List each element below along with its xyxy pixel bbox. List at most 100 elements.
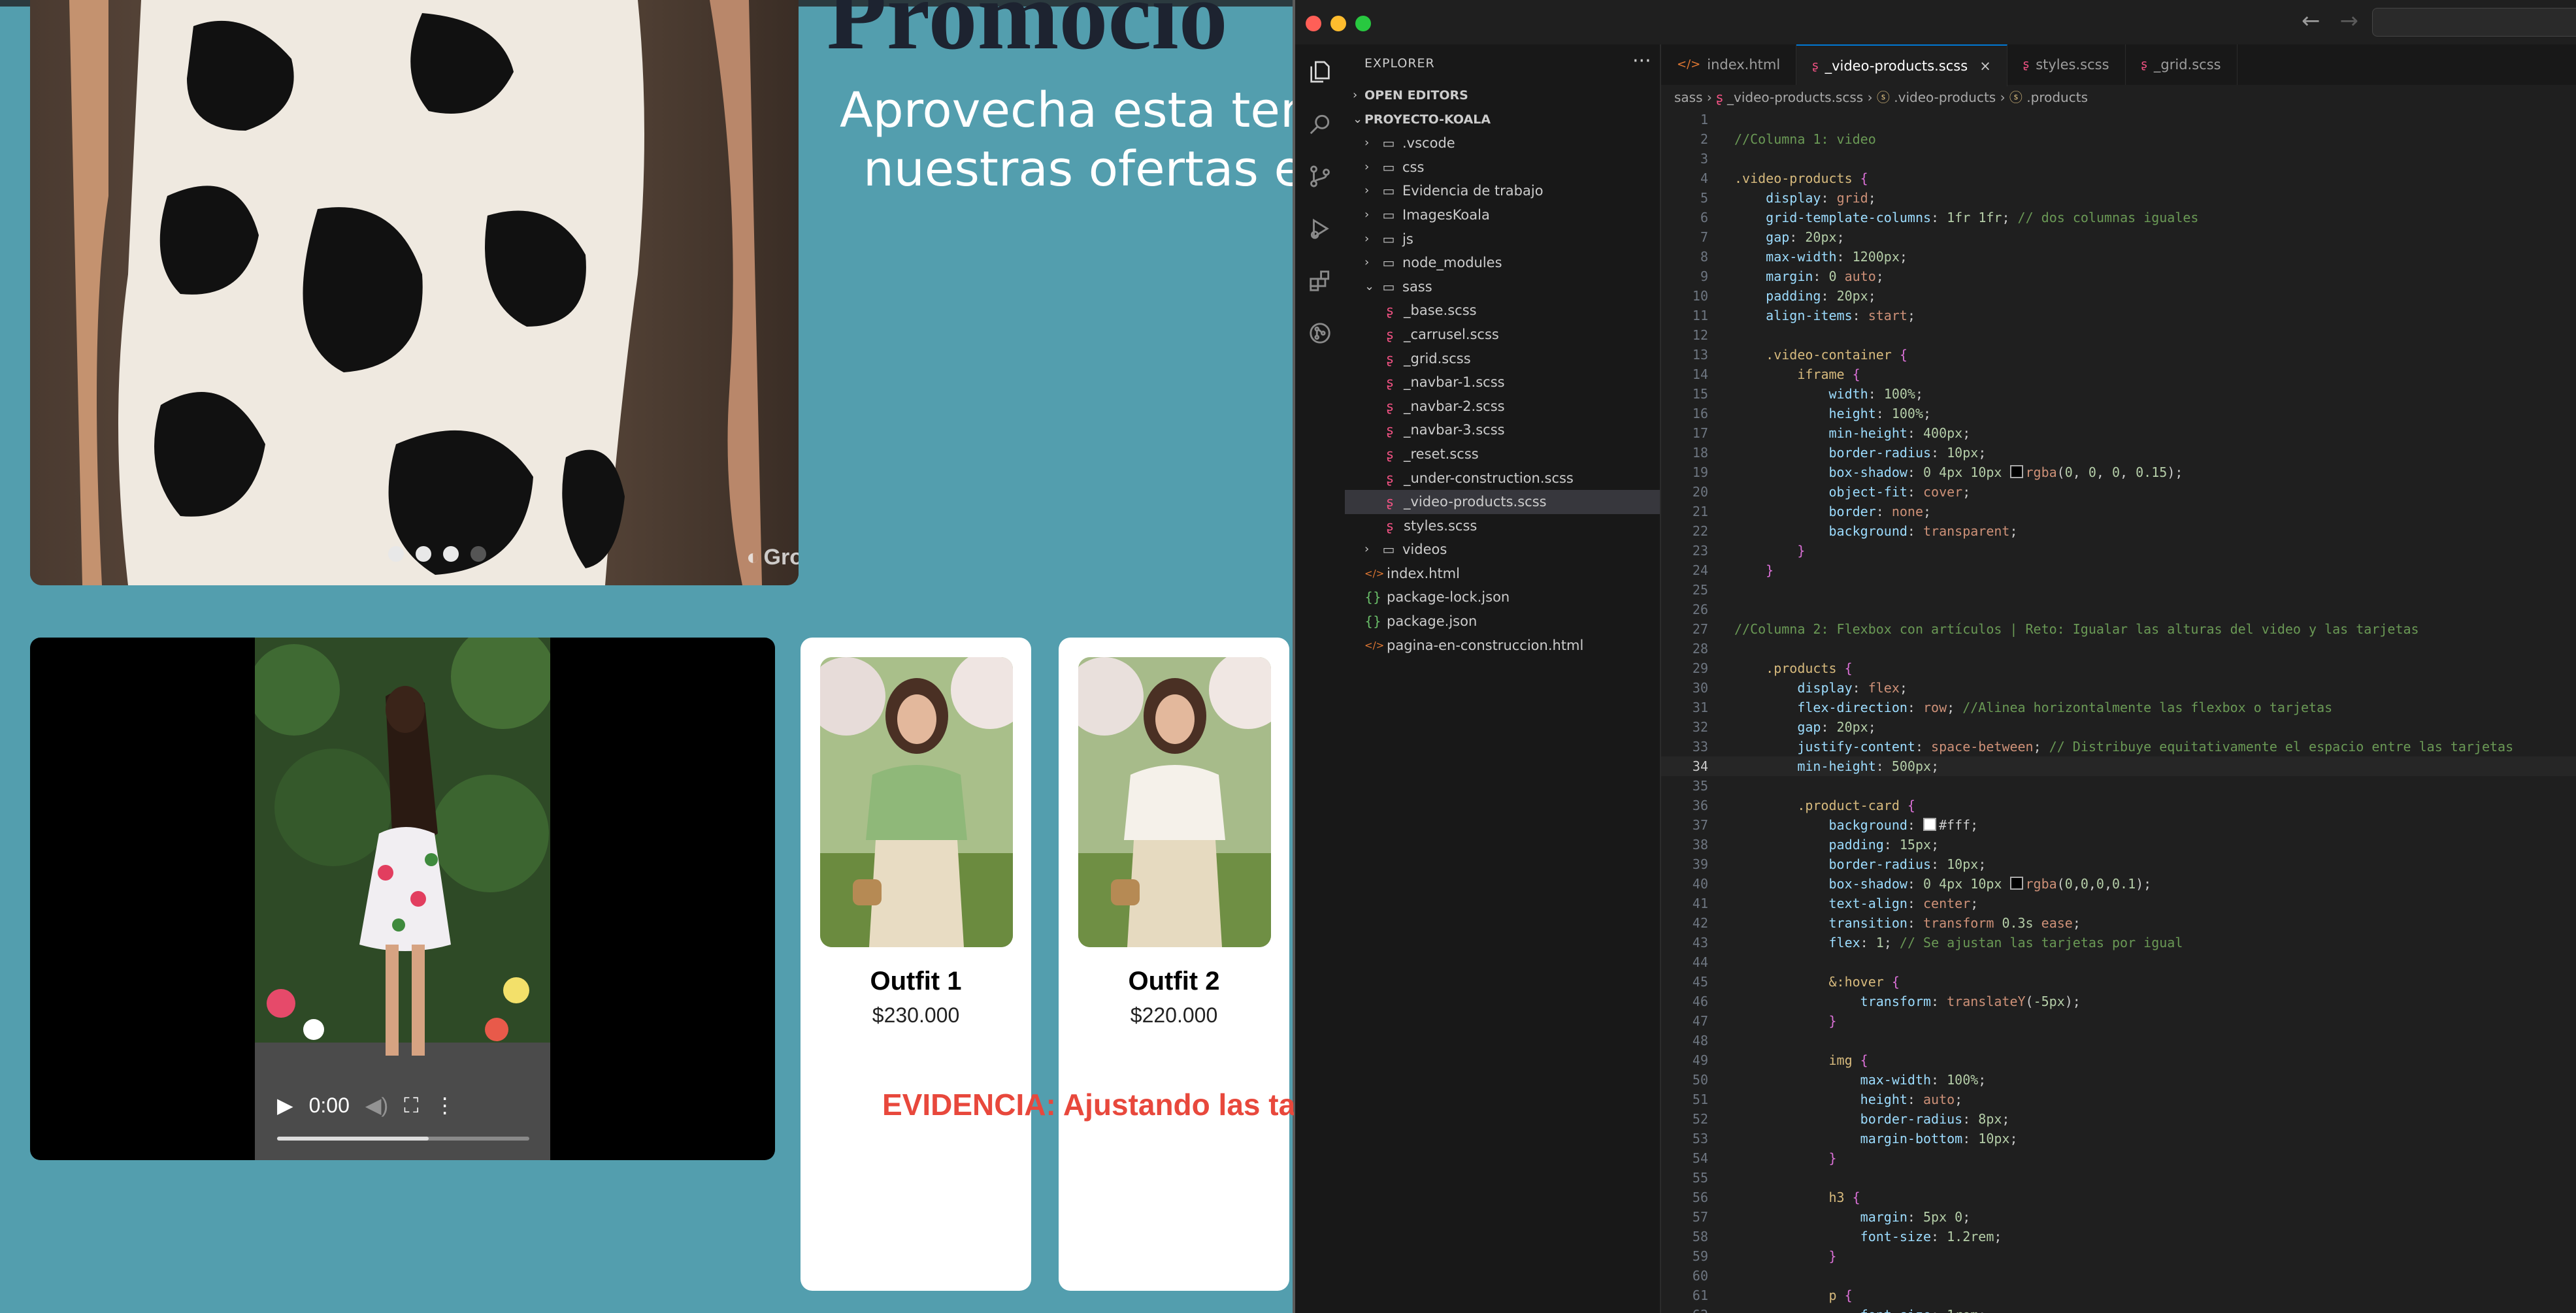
code-line[interactable]: 25 bbox=[1661, 580, 2576, 600]
code-line[interactable]: 14 iframe { bbox=[1661, 365, 2576, 384]
code-line[interactable]: 43 flex: 1; // Se ajustan las tarjetas p… bbox=[1661, 933, 2576, 952]
code-line[interactable]: 46 transform: translateY(-5px); bbox=[1661, 992, 2576, 1011]
code-line[interactable]: 2 //Columna 1: video bbox=[1661, 129, 2576, 149]
more-options-icon[interactable]: ⋮ bbox=[435, 1094, 455, 1118]
code-line[interactable]: 53 margin-bottom: 10px; bbox=[1661, 1129, 2576, 1148]
code-line[interactable]: 52 border-radius: 8px; bbox=[1661, 1109, 2576, 1129]
video-progress-bar[interactable] bbox=[277, 1137, 529, 1141]
code-line[interactable]: 51 height: auto; bbox=[1661, 1090, 2576, 1109]
code-line[interactable]: 17 min-height: 400px; bbox=[1661, 423, 2576, 443]
tab-styles-scss[interactable]: ʂ styles.scss bbox=[2007, 44, 2126, 85]
tree-folder[interactable]: › ▭ js bbox=[1345, 227, 1660, 251]
tree-file[interactable]: {} package.json bbox=[1345, 609, 1660, 634]
code-line[interactable]: 27 //Columna 2: Flexbox con artículos | R… bbox=[1661, 619, 2576, 639]
code-line[interactable]: 31 flex-direction: row; //Alinea horizon… bbox=[1661, 698, 2576, 717]
breadcrumb-symbol[interactable]: .products bbox=[2026, 89, 2088, 105]
tree-file[interactable]: ʂ _video-products.scss bbox=[1345, 490, 1660, 514]
source-control-icon[interactable] bbox=[1303, 159, 1337, 193]
code-line[interactable]: 48 bbox=[1661, 1031, 2576, 1050]
code-line[interactable]: 4 .video-products { bbox=[1661, 169, 2576, 188]
code-line[interactable]: 34 min-height: 500px; bbox=[1661, 756, 2576, 776]
code-line[interactable]: 9 margin: 0 auto; bbox=[1661, 267, 2576, 286]
code-line[interactable]: 49 img { bbox=[1661, 1050, 2576, 1070]
code-line[interactable]: 32 gap: 20px; bbox=[1661, 717, 2576, 737]
tab-grid-scss[interactable]: ʂ _grid.scss bbox=[2126, 44, 2237, 85]
close-tab-icon[interactable]: × bbox=[1979, 46, 1991, 86]
explorer-icon[interactable] bbox=[1303, 55, 1337, 89]
code-line[interactable]: 57 margin: 5px 0; bbox=[1661, 1207, 2576, 1227]
tree-file[interactable]: ʂ _reset.scss bbox=[1345, 442, 1660, 466]
tab-video-products-scss[interactable]: ʂ _video-products.scss × bbox=[1796, 44, 2007, 86]
zoom-window-button[interactable] bbox=[1355, 16, 1371, 31]
hero-carousel-image[interactable]: ◐ Grok bbox=[30, 0, 799, 585]
code-line[interactable]: 35 bbox=[1661, 776, 2576, 796]
tree-folder[interactable]: › ▭ css bbox=[1345, 155, 1660, 180]
project-root[interactable]: ⌄ PROYECTO-KOALA bbox=[1345, 108, 1660, 132]
code-line[interactable]: 15 width: 100%; bbox=[1661, 384, 2576, 404]
more-actions-icon[interactable]: ··· bbox=[1632, 50, 1651, 73]
code-line[interactable]: 60 bbox=[1661, 1266, 2576, 1286]
code-line[interactable]: 55 bbox=[1661, 1168, 2576, 1188]
code-line[interactable]: 6 grid-template-columns: 1fr 1fr; // dos… bbox=[1661, 208, 2576, 227]
video-player[interactable]: ▶ 0:00 ◀︎) ⛶ ⋮ bbox=[30, 638, 775, 1160]
back-arrow-icon[interactable]: ← bbox=[2302, 8, 2320, 34]
code-line[interactable]: 59 } bbox=[1661, 1246, 2576, 1266]
tree-file[interactable]: ʂ _navbar-1.scss bbox=[1345, 370, 1660, 395]
code-line[interactable]: 22 background: transparent; bbox=[1661, 521, 2576, 541]
run-debug-icon[interactable] bbox=[1303, 212, 1337, 246]
carousel-dot[interactable] bbox=[416, 546, 431, 562]
code-line[interactable]: 8 max-width: 1200px; bbox=[1661, 247, 2576, 267]
carousel-indicators[interactable] bbox=[388, 546, 486, 562]
carousel-dot[interactable] bbox=[388, 546, 404, 562]
code-line[interactable]: 41 text-align: center; bbox=[1661, 894, 2576, 913]
code-line[interactable]: 42 transition: transform 0.3s ease; bbox=[1661, 913, 2576, 933]
code-line[interactable]: 21 border: none; bbox=[1661, 502, 2576, 521]
close-window-button[interactable] bbox=[1306, 16, 1321, 31]
command-center-search[interactable] bbox=[2372, 8, 2576, 37]
code-line[interactable]: 18 border-radius: 10px; bbox=[1661, 443, 2576, 462]
product-card[interactable]: Outfit 1 $230.000 bbox=[801, 638, 1031, 1291]
tree-folder[interactable]: ⌄ ▭ sass bbox=[1345, 275, 1660, 299]
code-editor[interactable]: 1 2//Columna 1: video 3 4 .video-products {5… bbox=[1661, 110, 2576, 1313]
tree-file[interactable]: ʂ styles.scss bbox=[1345, 514, 1660, 538]
tree-file[interactable]: ʂ _base.scss bbox=[1345, 299, 1660, 323]
code-line[interactable]: 54 } bbox=[1661, 1148, 2576, 1168]
video-frame[interactable]: ▶ 0:00 ◀︎) ⛶ ⋮ bbox=[255, 638, 550, 1160]
breadcrumb-file[interactable]: _video-products.scss bbox=[1727, 89, 1863, 105]
tree-file[interactable]: {} package-lock.json bbox=[1345, 585, 1660, 609]
code-line[interactable]: 44 bbox=[1661, 952, 2576, 972]
search-icon[interactable] bbox=[1303, 107, 1337, 141]
tree-file[interactable]: </> index.html bbox=[1345, 562, 1660, 586]
tree-file[interactable]: ʂ _navbar-3.scss bbox=[1345, 418, 1660, 442]
tree-folder[interactable]: › ▭ .vscode bbox=[1345, 131, 1660, 155]
tree-file[interactable]: ʂ _carrusel.scss bbox=[1345, 323, 1660, 347]
code-line[interactable]: 12 bbox=[1661, 325, 2576, 345]
tree-folder[interactable]: › ▭ videos bbox=[1345, 538, 1660, 562]
code-line[interactable]: 10 padding: 20px; bbox=[1661, 286, 2576, 306]
code-line[interactable]: 28 bbox=[1661, 639, 2576, 658]
code-line[interactable]: 29 .products { bbox=[1661, 658, 2576, 678]
code-line[interactable]: 33 justify-content: space-between; // Di… bbox=[1661, 737, 2576, 756]
tab-index-html[interactable]: </> index.html bbox=[1661, 44, 1797, 85]
tree-file[interactable]: </> pagina-en-construccion.html bbox=[1345, 634, 1660, 658]
volume-icon[interactable]: ◀︎) bbox=[365, 1094, 388, 1118]
code-line[interactable]: 50 max-width: 100%; bbox=[1661, 1070, 2576, 1090]
forward-arrow-icon[interactable]: → bbox=[2340, 8, 2359, 34]
tree-folder[interactable]: › ▭ Evidencia de trabajo bbox=[1345, 179, 1660, 203]
code-line[interactable]: 13 .video-container { bbox=[1661, 345, 2576, 365]
breadcrumb-folder[interactable]: sass bbox=[1674, 89, 1703, 105]
code-line[interactable]: 24 } bbox=[1661, 560, 2576, 580]
code-line[interactable]: 5 display: grid; bbox=[1661, 188, 2576, 208]
code-line[interactable]: 19 box-shadow: 0 4px 10px rgba(0, 0, 0, … bbox=[1661, 462, 2576, 482]
code-line[interactable]: 45 &:hover { bbox=[1661, 972, 2576, 992]
code-line[interactable]: 56 h3 { bbox=[1661, 1188, 2576, 1207]
code-line[interactable]: 1 bbox=[1661, 110, 2576, 129]
tree-file[interactable]: ʂ _under-construction.scss bbox=[1345, 466, 1660, 491]
code-line[interactable]: 61 p { bbox=[1661, 1286, 2576, 1305]
code-line[interactable]: 23 } bbox=[1661, 541, 2576, 560]
fullscreen-icon[interactable]: ⛶ bbox=[404, 1094, 418, 1118]
code-line[interactable]: 58 font-size: 1.2rem; bbox=[1661, 1227, 2576, 1246]
code-line[interactable]: 20 object-fit: cover; bbox=[1661, 482, 2576, 502]
play-icon[interactable]: ▶ bbox=[277, 1094, 293, 1118]
minimize-window-button[interactable] bbox=[1330, 16, 1346, 31]
